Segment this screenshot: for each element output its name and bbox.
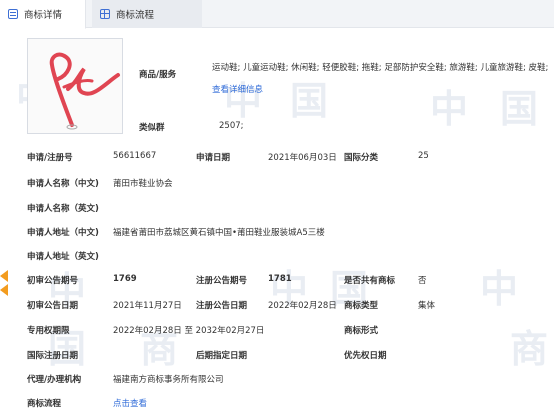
grid-icon xyxy=(100,9,110,19)
shared-mark-label: 是否共有商标 xyxy=(344,276,396,286)
exclusive-period-value: 2022年02月28日 至 2032年02月27日 xyxy=(113,326,265,336)
address-cn-label: 申请人地址（中文) xyxy=(27,228,99,238)
similar-group-label: 类似群 xyxy=(139,123,165,133)
handwritten-signature-logo xyxy=(49,52,120,130)
agent-value: 福建南方商标事务所有限公司 xyxy=(113,375,224,385)
address-en-label: 申请人地址（英文) xyxy=(27,252,99,262)
tab-trademark-detail[interactable]: 商标详情 xyxy=(0,0,86,29)
reg-pub-no-value: 1781 xyxy=(268,274,292,284)
shared-mark-value: 否 xyxy=(418,276,427,286)
application-no-label: 申请/注册号 xyxy=(27,153,73,163)
later-designation-label: 后期指定日期 xyxy=(196,351,248,361)
reg-pub-date-value: 2022年02月28日 xyxy=(268,301,337,311)
watermark: 商 xyxy=(510,326,549,371)
goods-services-value: 运动鞋; 儿童运动鞋; 休闲鞋; 轻便胶鞋; 拖鞋; 足部防护安全鞋; 旅游鞋;… xyxy=(212,57,552,101)
prelim-pub-no-label: 初审公告期号 xyxy=(27,276,79,286)
applicant-cn-label: 申请人名称（中文) xyxy=(27,179,99,189)
goods-services-label: 商品/服务 xyxy=(139,70,177,80)
priority-date-label: 优先权日期 xyxy=(344,351,387,361)
goods-services-text: 运动鞋; 儿童运动鞋; 休闲鞋; 轻便胶鞋; 拖鞋; 足部防护安全鞋; 旅游鞋;… xyxy=(212,63,549,73)
prelim-pub-no-value: 1769 xyxy=(113,274,137,284)
view-flow-link[interactable]: 点击查看 xyxy=(113,397,147,409)
watermark: 中 xyxy=(480,266,519,311)
tab-trademark-flow[interactable]: 商标流程 xyxy=(92,0,202,28)
prelim-pub-date-label: 初审公告日期 xyxy=(27,301,79,311)
tab-label: 商标流程 xyxy=(116,10,155,21)
document-icon xyxy=(8,9,18,19)
intl-class-label: 国际分类 xyxy=(344,153,379,163)
address-cn-value: 福建省莆田市荔城区黄石镇中国•莆田鞋业服装城A5三楼 xyxy=(113,228,325,238)
applicant-en-label: 申请人名称（英文) xyxy=(27,204,99,214)
collapse-arrow-icon[interactable] xyxy=(0,270,8,282)
mark-form-label: 商标形式 xyxy=(344,326,379,336)
tab-bar: 商标详情 商标流程 xyxy=(0,0,554,29)
trademark-image[interactable] xyxy=(27,38,123,134)
reg-pub-no-label: 注册公告期号 xyxy=(196,276,248,286)
application-date-value: 2021年06月03日 xyxy=(268,153,337,163)
tab-label: 商标详情 xyxy=(24,10,63,21)
agent-label: 代理/办理机构 xyxy=(27,375,82,385)
intl-class-value: 25 xyxy=(418,151,429,161)
application-date-label: 申请日期 xyxy=(196,153,231,163)
application-no-value: 56611667 xyxy=(113,151,157,161)
exclusive-period-label: 专用权期限 xyxy=(27,326,70,336)
mark-type-value: 集体 xyxy=(418,301,436,311)
similar-group-value: 2507; xyxy=(219,121,244,131)
view-details-link[interactable]: 查看详细信息 xyxy=(212,85,263,95)
intl-reg-date-label: 国际注册日期 xyxy=(27,351,79,361)
reg-pub-date-label: 注册公告日期 xyxy=(196,301,248,311)
mark-type-label: 商标类型 xyxy=(344,301,379,311)
collapse-arrow-icon[interactable] xyxy=(0,284,8,296)
applicant-cn-value: 莆田市鞋业协会 xyxy=(113,179,173,189)
prelim-pub-date-value: 2021年11月27日 xyxy=(113,301,182,311)
trademark-flow-label: 商标流程 xyxy=(27,399,62,409)
